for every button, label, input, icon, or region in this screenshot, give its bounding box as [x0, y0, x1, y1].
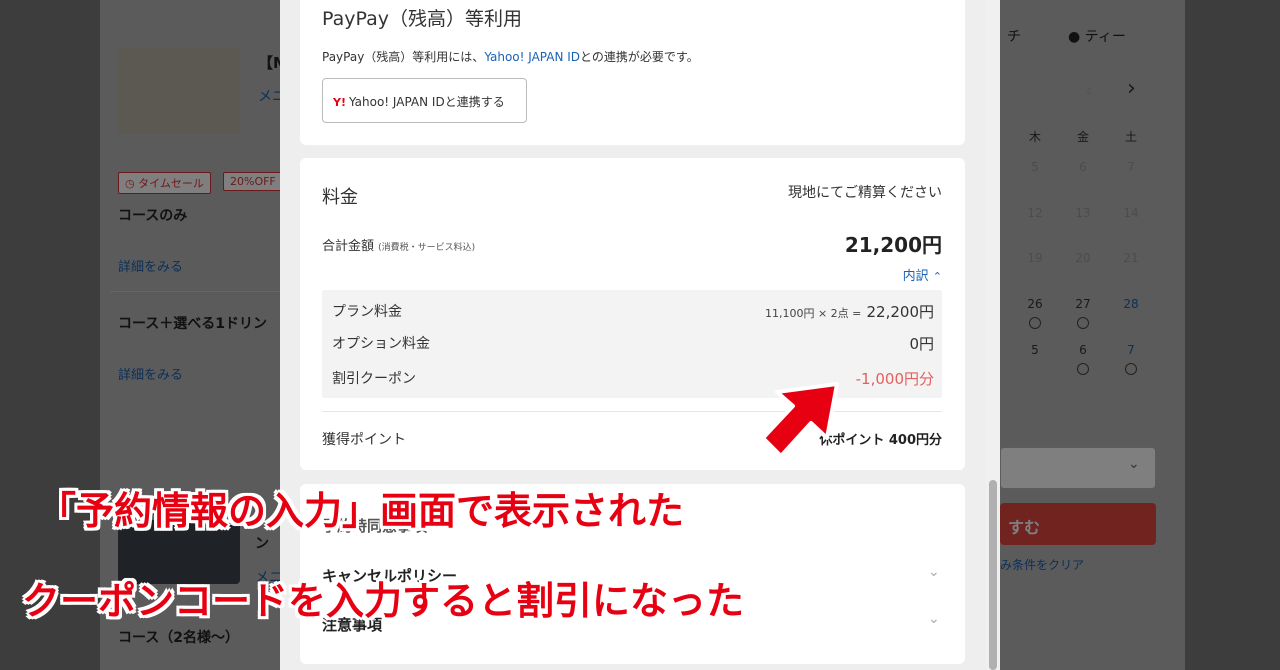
breakdown-toggle-label: 内訳 [902, 269, 929, 284]
chevron-up-icon: ⌃ [932, 270, 942, 283]
total-label-text: 合計金額 [322, 239, 375, 254]
annotation-line-1: 「予約情報の入力」画面で表示された [38, 489, 685, 533]
plan-fee-row-value: 11,100円 × 2点 = 22,200円 [765, 301, 934, 322]
total-tax-note: (消費税・サービス料込) [378, 243, 476, 253]
price-title: 料金 [322, 187, 358, 208]
annotation-line-2: クーポンコードを入力すると割引になった [22, 579, 745, 623]
option-fee-value: 0円 [909, 335, 934, 353]
yahoo-connect-button[interactable]: Y! Yahoo! JAPAN IDと連携する [322, 78, 527, 123]
payment-title: PayPay（残高）等利用 [322, 8, 522, 30]
total-label: 合計金額 (消費税・サービス料込) [322, 235, 475, 254]
payment-note: PayPay（残高）等利用には、Yahoo! JAPAN IDとの連携が必要です… [322, 48, 699, 65]
coupon-label: 割引クーポン [332, 371, 416, 387]
plan-fee-value: 22,200円 [866, 303, 935, 321]
option-fee-label: オプション料金 [332, 336, 430, 352]
red-arrow-icon [761, 382, 839, 458]
yahoo-id-link[interactable]: Yahoo! JAPAN ID [484, 50, 580, 64]
breakdown-toggle[interactable]: 内訳 ⌃ [903, 265, 942, 284]
payment-note-suffix: との連携が必要です。 [580, 50, 699, 64]
divider [322, 411, 942, 412]
coupon-discount-value: -1,000円分 [855, 370, 934, 388]
yahoo-logo-icon: Y! [333, 96, 346, 109]
chevron-down-icon[interactable]: ⌄ [928, 564, 940, 580]
points-label: 獲得ポイント [322, 432, 406, 448]
plan-fee-calc: 11,100円 × 2点 = [764, 307, 862, 320]
yahoo-connect-label: Yahoo! JAPAN IDと連携する [348, 95, 505, 109]
chevron-down-icon[interactable]: ⌄ [928, 611, 940, 627]
plan-fee-label: プラン料金 [332, 304, 402, 320]
payment-note-prefix: PayPay（残高）等利用には、 [322, 50, 485, 64]
modal-scroll-thumb[interactable] [989, 480, 997, 670]
pay-on-site-note: 現地にてご精算ください [788, 185, 942, 201]
total-value: 21,200円 [844, 233, 942, 257]
